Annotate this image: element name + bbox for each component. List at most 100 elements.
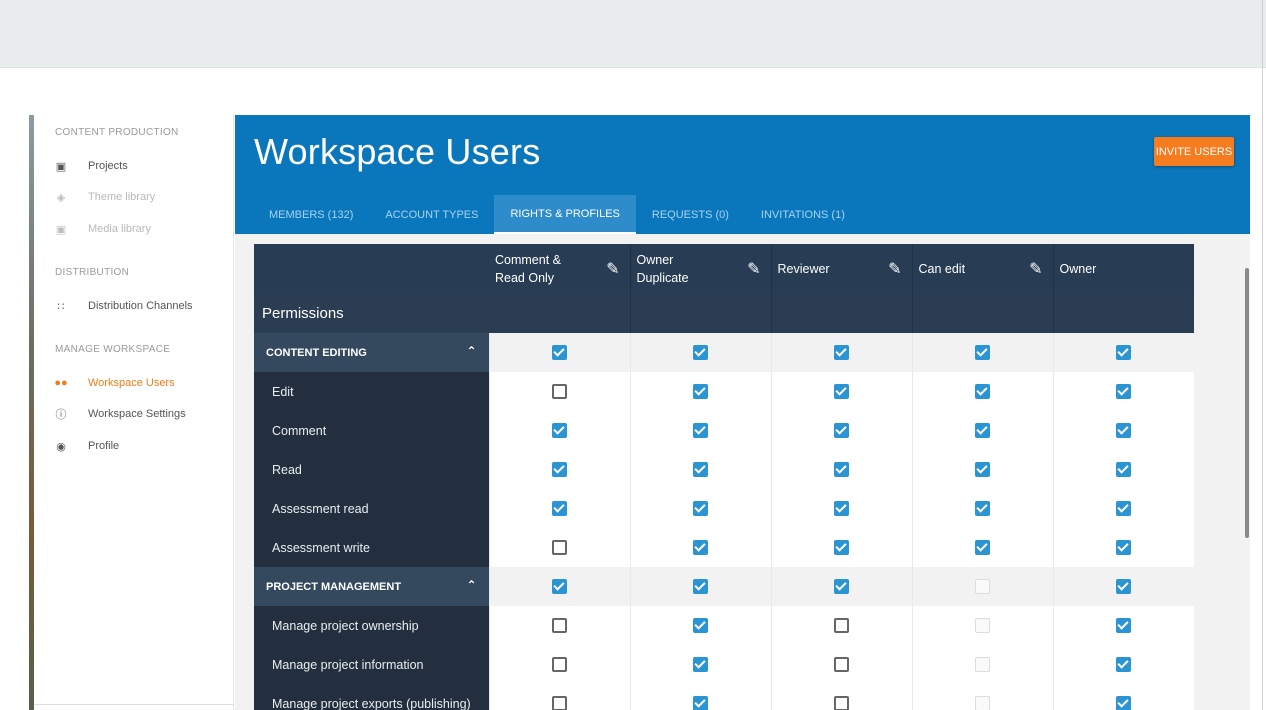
checkbox-checked[interactable] [693, 422, 708, 438]
permission-label: Manage project information [254, 645, 489, 684]
checkbox-checked[interactable] [1116, 539, 1132, 555]
tab-requests[interactable]: REQUESTS (0) [636, 195, 745, 234]
permission-group-header[interactable]: PROJECT MANAGEMENT ⌃ [254, 567, 489, 606]
pencil-icon[interactable]: ✎ [606, 259, 619, 279]
checkbox-checked[interactable] [834, 344, 849, 360]
checkbox-checked[interactable] [975, 344, 990, 360]
checkbox-checked[interactable] [693, 344, 708, 360]
checkbox-checked[interactable] [1116, 344, 1132, 360]
permissions-label-row: Permissions [254, 293, 1194, 333]
permission-cell [1052, 606, 1194, 645]
scrollbar[interactable] [1245, 268, 1249, 538]
checkbox-checked[interactable] [834, 578, 849, 594]
checkbox-checked[interactable] [975, 539, 990, 555]
checkbox-checked[interactable] [834, 500, 849, 516]
checkbox-unchecked[interactable] [834, 695, 849, 710]
permission-cell [629, 645, 771, 684]
checkbox-checked[interactable] [1116, 617, 1132, 633]
tab-account-types[interactable]: ACCOUNT TYPES [369, 195, 494, 234]
group-label: CONTENT EDITING [266, 346, 367, 359]
permission-cell [488, 684, 630, 710]
invite-users-button[interactable]: INVITE USERS [1154, 137, 1234, 166]
pencil-icon[interactable]: ✎ [747, 259, 760, 279]
pencil-icon[interactable]: ✎ [888, 259, 901, 279]
checkbox-unchecked[interactable] [834, 656, 849, 672]
sidebar-item-workspace-users[interactable]: ●● Workspace Users [54, 372, 175, 394]
table-row: Read [254, 450, 1194, 489]
checkbox-disabled [975, 617, 990, 633]
checkbox-checked[interactable] [1116, 656, 1132, 672]
window-edge [1262, 0, 1263, 710]
checkbox-unchecked[interactable] [552, 656, 567, 672]
checkbox-checked[interactable] [693, 578, 708, 594]
checkbox-checked[interactable] [693, 539, 708, 555]
checkbox-unchecked[interactable] [552, 383, 567, 399]
tab-invitations[interactable]: INVITATIONS (1) [745, 195, 861, 234]
checkbox-checked[interactable] [552, 500, 567, 516]
header-corner [254, 244, 489, 293]
checkbox-checked[interactable] [552, 422, 567, 438]
permission-cell [770, 567, 912, 606]
tab-members[interactable]: MEMBERS (132) [253, 195, 369, 234]
permission-group-header[interactable]: CONTENT EDITING ⌃ [254, 333, 489, 372]
checkbox-checked[interactable] [1116, 383, 1132, 399]
checkbox-checked[interactable] [693, 617, 708, 633]
pencil-icon[interactable]: ✎ [1029, 259, 1042, 279]
checkbox-checked[interactable] [975, 383, 990, 399]
checkbox-checked[interactable] [1116, 578, 1132, 594]
checkbox-checked[interactable] [693, 656, 708, 672]
permission-cell [629, 567, 771, 606]
sidebar-item-label: Workspace Users [88, 377, 175, 389]
permission-cell [911, 372, 1053, 411]
checkbox-checked[interactable] [693, 461, 708, 477]
permission-cell [1052, 333, 1194, 372]
checkbox-checked[interactable] [975, 500, 990, 516]
checkbox-checked[interactable] [975, 422, 990, 438]
permission-cell [911, 450, 1053, 489]
checkbox-checked[interactable] [1116, 500, 1132, 516]
chevron-up-icon[interactable]: ⌃ [466, 344, 476, 358]
permission-cell [770, 645, 912, 684]
checkbox-checked[interactable] [552, 578, 567, 594]
checkbox-checked[interactable] [693, 383, 708, 399]
sidebar-item-media-library[interactable]: ▣ Media library [54, 218, 151, 240]
checkbox-checked[interactable] [834, 383, 849, 399]
checkbox-checked[interactable] [834, 539, 849, 555]
checkbox-checked[interactable] [834, 422, 849, 438]
checkbox-checked[interactable] [1116, 461, 1132, 477]
checkbox-checked[interactable] [975, 461, 990, 477]
permission-cell [770, 333, 912, 372]
sidebar-item-profile[interactable]: ◉ Profile [54, 435, 119, 457]
column-header-label: Owner Duplicate [636, 252, 689, 285]
permissions-heading: Permissions [254, 293, 489, 333]
sidebar-section-distribution: DISTRIBUTION [55, 267, 130, 278]
checkbox-checked[interactable] [693, 695, 708, 710]
media-icon: ▣ [55, 223, 67, 236]
sidebar-item-theme-library[interactable]: ◈ Theme library [54, 186, 155, 208]
checkbox-disabled [975, 656, 990, 672]
tab-rights-profiles[interactable]: RIGHTS & PROFILES [494, 195, 636, 234]
sidebar-item-workspace-settings[interactable]: ⓘ Workspace Settings [54, 403, 186, 425]
checkbox-checked[interactable] [693, 500, 708, 516]
checkbox-checked[interactable] [1116, 695, 1132, 710]
checkbox-unchecked[interactable] [552, 539, 567, 555]
chevron-up-icon[interactable]: ⌃ [466, 578, 476, 592]
checkbox-checked[interactable] [1116, 422, 1132, 438]
column-header-label: Owner [1059, 261, 1097, 276]
checkbox-checked[interactable] [834, 461, 849, 477]
sidebar-item-projects[interactable]: ▣ Projects [54, 155, 128, 177]
checkbox-unchecked[interactable] [552, 695, 567, 710]
checkbox-checked[interactable] [552, 461, 567, 477]
workspace-header: Workspace Users INVITE USERS MEMBERS (13… [235, 115, 1250, 234]
grid-icon: ∷ [57, 300, 65, 313]
column-header: Can edit ✎ [911, 244, 1053, 293]
permission-label: Manage project exports (publishing) [254, 684, 489, 710]
checkbox-unchecked[interactable] [552, 617, 567, 633]
header-spacer-cell [911, 293, 1053, 333]
checkbox-unchecked[interactable] [834, 617, 849, 633]
checkbox-checked[interactable] [552, 344, 567, 360]
permission-cell [629, 372, 771, 411]
table-row: Comment [254, 411, 1194, 450]
table-row: Manage project exports (publishing) [254, 684, 1194, 710]
sidebar-item-distribution-channels[interactable]: ∷ Distribution Channels [54, 295, 193, 317]
